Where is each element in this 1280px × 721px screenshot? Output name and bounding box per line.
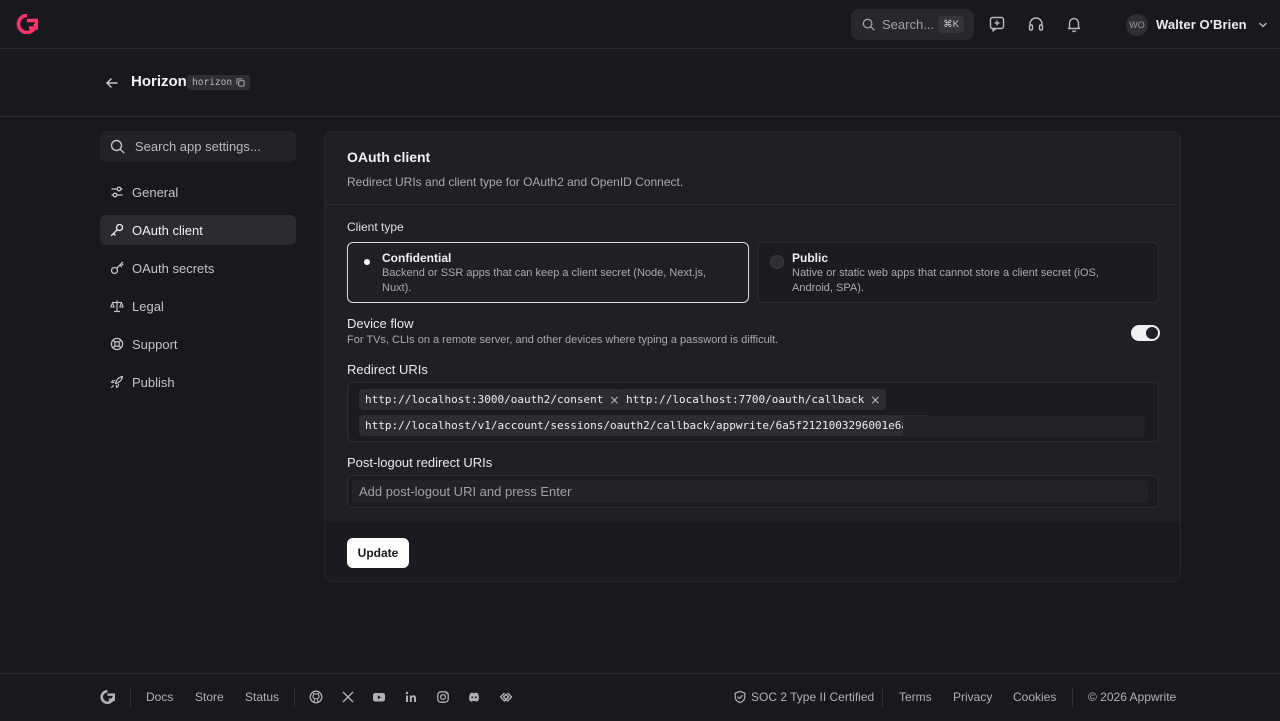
option-title: Confidential: [382, 251, 452, 265]
client-type-confidential[interactable]: Confidential Backend or SSR apps that ca…: [347, 242, 749, 303]
copyright: © 2026 Appwrite: [1088, 690, 1177, 704]
sidebar-item-label: OAuth secrets: [132, 260, 215, 276]
search-shortcut-badge: ⌘K: [938, 16, 964, 33]
rocket-icon: [110, 375, 124, 389]
uri-chip-text: http://localhost:7700/oauth/callback: [626, 393, 865, 406]
uri-chip: http://localhost/v1/account/sessions/oau…: [359, 415, 931, 436]
update-button[interactable]: Update: [347, 538, 409, 568]
uri-chip-text: http://localhost/v1/account/sessions/oau…: [365, 419, 909, 432]
footer-link-docs[interactable]: Docs: [146, 690, 173, 704]
card-footer: Update: [325, 522, 1180, 581]
copy-icon[interactable]: [236, 78, 245, 87]
option-description-cont: Nuxt).: [382, 281, 412, 294]
shield-check-icon: [734, 690, 746, 704]
redirect-uris-label: Redirect URIs: [347, 362, 428, 377]
sidebar-item-oauth-client[interactable]: OAuth client: [100, 215, 296, 245]
sidebar-item-label: OAuth client: [132, 222, 203, 238]
chevron-down-icon: [1259, 22, 1267, 27]
client-type-label: Client type: [347, 220, 404, 234]
youtube-icon[interactable]: [372, 690, 386, 704]
radio-unselected-icon[interactable]: [770, 255, 784, 269]
card-header: OAuth client Redirect URIs and client ty…: [325, 132, 1180, 205]
radio-selected-icon[interactable]: [360, 255, 374, 269]
option-description: Backend or SSR apps that can keep a clie…: [382, 267, 707, 279]
sidebar-item-legal[interactable]: Legal: [100, 291, 296, 321]
device-flow-toggle[interactable]: [1131, 325, 1160, 341]
card-description: Redirect URIs and client type for OAuth2…: [347, 175, 684, 189]
back-arrow-icon[interactable]: [104, 75, 120, 91]
scale-icon: [110, 300, 124, 313]
bell-icon[interactable]: [1065, 15, 1083, 33]
footer-link-store[interactable]: Store: [195, 690, 224, 704]
client-type-public[interactable]: Public Native or static web apps that ca…: [757, 242, 1159, 303]
footer-divider: [1072, 687, 1073, 707]
option-title: Public: [792, 251, 829, 265]
project-id-text: horizon: [192, 77, 233, 88]
sidebar-item-label: General: [132, 184, 179, 200]
redirect-uris-input[interactable]: http://localhost:3000/oauth2/consent × h…: [347, 382, 1159, 442]
uri-chip: http://localhost:7700/oauth/callback ×: [620, 389, 887, 410]
option-description-cont: Android, SPA).: [792, 281, 864, 294]
global-search-label: Search...: [882, 17, 935, 32]
card-title: OAuth client: [347, 149, 431, 165]
sidebar-item-support[interactable]: Support: [100, 329, 296, 359]
device-flow-label: Device flow: [347, 316, 414, 331]
uri-chip: http://localhost:3000/oauth2/consent ×: [359, 389, 626, 410]
footer-divider: [130, 687, 131, 707]
global-search-button[interactable]: Search... ⌘K: [851, 9, 974, 40]
top-bar: Search... ⌘K WO Walter O'Brien: [0, 0, 1280, 49]
uri-chip-text: http://localhost:3000/oauth2/consent: [365, 393, 604, 406]
page-title: Horizon: [131, 73, 187, 90]
footer-link-cookies[interactable]: Cookies: [1013, 690, 1056, 704]
footer-link-privacy[interactable]: Privacy: [953, 690, 992, 704]
discord-icon[interactable]: [467, 690, 481, 704]
github-icon[interactable]: [309, 690, 323, 704]
project-header: Horizon horizon: [0, 49, 1280, 117]
oauth-client-card: OAuth client Redirect URIs and client ty…: [324, 131, 1181, 582]
footer-divider: [882, 687, 883, 707]
footer-link-terms[interactable]: Terms: [899, 690, 932, 704]
avatar: WO: [1126, 13, 1148, 36]
instagram-icon[interactable]: [436, 690, 450, 704]
key-icon: [110, 223, 124, 237]
post-logout-label: Post-logout redirect URIs: [347, 455, 493, 470]
remove-icon[interactable]: ×: [609, 393, 619, 407]
x-icon[interactable]: [341, 690, 355, 704]
sidebar-item-label: Legal: [132, 298, 164, 314]
support-headset-icon[interactable]: [1027, 15, 1045, 33]
sidebar-item-label: Support: [132, 336, 178, 352]
user-menu[interactable]: WO Walter O'Brien: [1126, 13, 1269, 36]
page-footer: Docs Store Status SOC 2 Type II Certifie…: [0, 673, 1280, 721]
sidebar-item-oauth-secrets[interactable]: OAuth secrets: [100, 253, 296, 283]
search-icon: [110, 139, 125, 154]
sidebar-item-publish[interactable]: Publish: [100, 367, 296, 397]
settings-search[interactable]: [100, 131, 296, 162]
device-flow-description: For TVs, CLIs on a remote server, and ot…: [347, 334, 779, 346]
key-round-icon: [110, 261, 124, 275]
linkedin-icon[interactable]: [404, 690, 418, 704]
post-logout-input[interactable]: [352, 480, 1148, 503]
sidebar-item-label: Publish: [132, 374, 175, 390]
post-logout-input-wrapper: [347, 475, 1159, 508]
settings-search-input[interactable]: [135, 139, 285, 154]
option-description: Native or static web apps that cannot st…: [792, 267, 1099, 279]
footer-link-status[interactable]: Status: [245, 690, 279, 704]
footer-divider: [294, 687, 295, 707]
user-name: Walter O'Brien: [1156, 17, 1247, 32]
project-id-badge[interactable]: horizon: [187, 75, 251, 90]
appwrite-logo-icon: [100, 690, 115, 704]
sliders-icon: [111, 186, 123, 198]
sidebar-item-general[interactable]: General: [100, 177, 296, 207]
lifebuoy-icon: [110, 337, 124, 351]
uri-text-entry[interactable]: [903, 416, 1145, 437]
remove-icon[interactable]: ×: [870, 393, 880, 407]
search-icon: [862, 18, 875, 31]
feedback-icon[interactable]: [988, 15, 1006, 33]
appwrite-logo-icon[interactable]: [16, 14, 38, 34]
daily-dev-icon[interactable]: [499, 690, 513, 704]
soc-certification[interactable]: SOC 2 Type II Certified: [751, 690, 874, 704]
